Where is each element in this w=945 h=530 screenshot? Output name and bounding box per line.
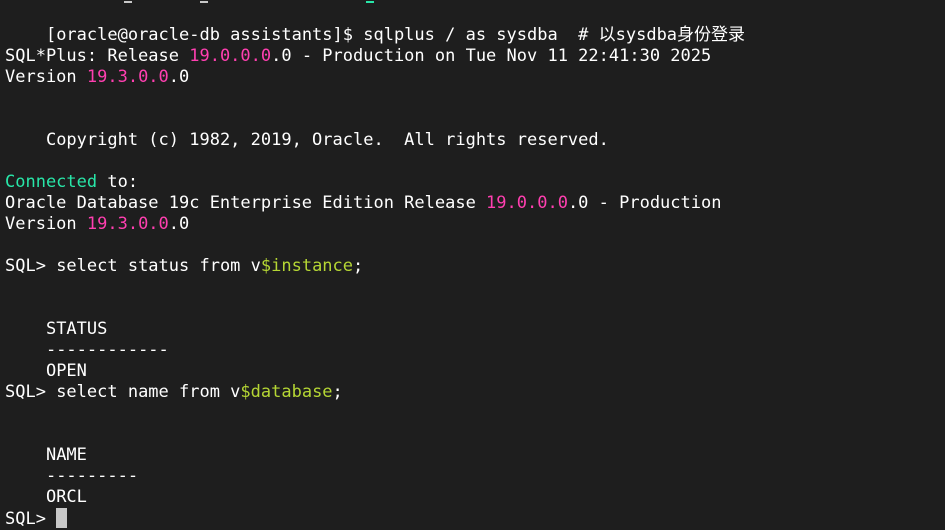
db-version-number: 19.3.0.0 [86, 214, 169, 234]
sql-command-name: SQL> select name from v$database; [5, 382, 343, 402]
shell-command-text: [oracle@oracle-db assistants]$ sqlplus /… [45, 25, 746, 45]
result-column-header: NAME [45, 445, 87, 465]
sql-prompt: SQL> [5, 382, 57, 402]
copyright-line: Copyright (c) 1982, 2019, Oracle. All ri… [45, 130, 609, 150]
version-number: 19.3.0.0 [86, 67, 169, 87]
view-name: $database [240, 382, 333, 402]
result-divider: ------------ [45, 340, 169, 360]
sql-input-line[interactable]: SQL> [5, 508, 68, 529]
release-version: 19.0.0.0 [189, 46, 272, 66]
scrolled-off-line [0, 0, 945, 3]
database-version-line: Version 19.3.0.0.0 [5, 214, 190, 234]
result-divider: --------- [45, 466, 139, 486]
db-release-version: 19.0.0.0 [486, 193, 568, 213]
terminal-window[interactable]: [oracle@oracle-db assistants]$ sqlplus /… [0, 0, 945, 530]
connected-line: Connected to: [5, 172, 139, 192]
result-value: ORCL [45, 487, 87, 507]
view-name: $instance [260, 256, 354, 276]
result-value: OPEN [45, 361, 87, 381]
result-column-header: STATUS [45, 319, 108, 339]
connected-keyword: Connected [5, 172, 98, 192]
sqlplus-version-line: Version 19.3.0.0.0 [5, 67, 190, 87]
database-edition-line: Oracle Database 19c Enterprise Edition R… [5, 193, 722, 213]
sql-command-status: SQL> select status from v$instance; [5, 256, 364, 276]
shell-command-line: [oracle@oracle-db assistants]$ sqlplus /… [5, 4, 745, 45]
text-cursor[interactable] [56, 508, 68, 528]
sql-prompt: SQL> [5, 256, 57, 276]
sql-prompt: SQL> [5, 509, 57, 529]
sqlplus-release-line: SQL*Plus: Release 19.0.0.0.0 - Productio… [5, 46, 712, 66]
